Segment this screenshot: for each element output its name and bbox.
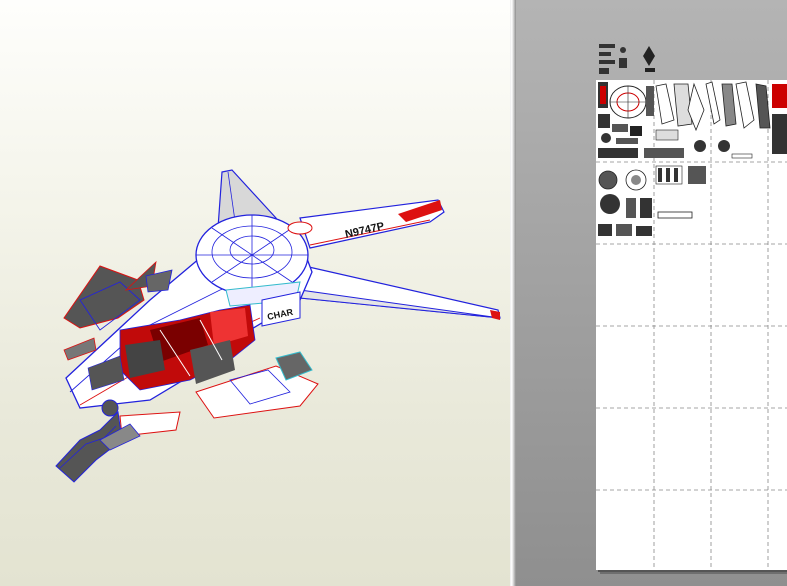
3d-model-render[interactable]: N9747P CHAR <box>0 0 510 586</box>
sheet-registration-marks <box>599 44 655 74</box>
unfolded-part-group <box>598 165 706 236</box>
unfolded-parts-sheet[interactable] <box>596 80 787 570</box>
right-wing <box>299 264 501 319</box>
3d-viewport[interactable]: N9747P CHAR <box>0 0 510 586</box>
paper-sheet[interactable] <box>596 80 787 570</box>
pilot-figure <box>55 399 141 483</box>
dome-cap <box>287 221 313 235</box>
unfolded-part-group <box>598 81 787 159</box>
2d-viewport[interactable] <box>516 0 787 586</box>
